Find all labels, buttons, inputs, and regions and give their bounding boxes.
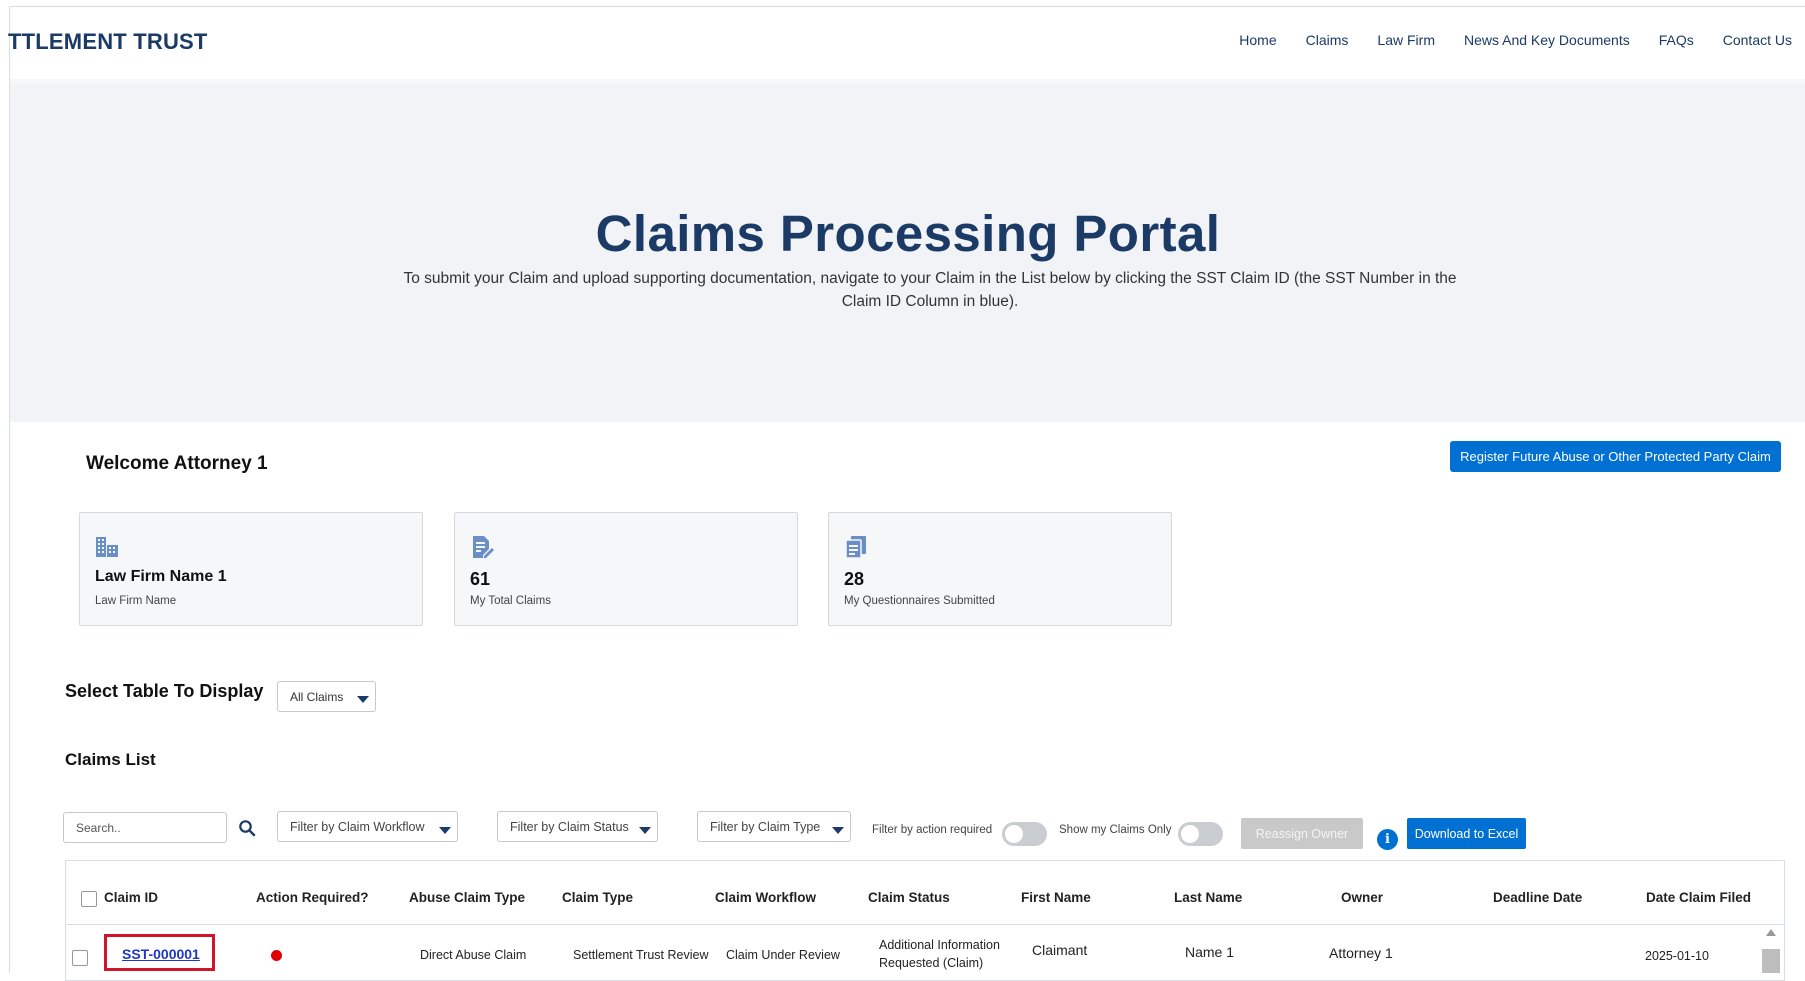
search-icon[interactable] bbox=[238, 819, 256, 837]
page-title: Claims Processing Portal bbox=[595, 205, 1221, 262]
column-header-deadline-date[interactable]: Deadline Date bbox=[1493, 890, 1582, 905]
cell-owner: Attorney 1 bbox=[1329, 945, 1393, 961]
stat-card-law-firm: Law Firm Name 1 Law Firm Name bbox=[79, 512, 423, 626]
filter-claim-status-label: Filter by Claim Status bbox=[510, 820, 629, 834]
cell-date-claim-filed: 2025-01-10 bbox=[1645, 949, 1709, 963]
hero-banner: Claims Processing Portal To submit your … bbox=[10, 84, 1805, 422]
claims-list-heading: Claims List bbox=[65, 750, 156, 769]
cell-abuse-claim-type: Direct Abuse Claim bbox=[420, 948, 527, 962]
building-icon bbox=[96, 537, 118, 557]
scrollbar-thumb[interactable] bbox=[1762, 949, 1780, 973]
questionnaire-icon bbox=[845, 536, 866, 559]
search-input[interactable]: Search.. bbox=[63, 812, 227, 843]
chevron-down-icon bbox=[439, 827, 451, 834]
stat-value: Law Firm Name 1 bbox=[95, 568, 227, 585]
page-frame: TTLEMENT TRUST Home Claims Law Firm News… bbox=[8, 6, 1805, 981]
cell-claim-status-line1: Additional Information bbox=[879, 938, 1000, 952]
filter-action-required-label: Filter by action required bbox=[872, 824, 993, 836]
nav-law-firm[interactable]: Law Firm bbox=[1377, 32, 1435, 48]
nav-contact-us[interactable]: Contact Us bbox=[1723, 32, 1792, 48]
cell-last-name: Name 1 bbox=[1185, 944, 1235, 960]
column-header-owner[interactable]: Owner bbox=[1341, 890, 1383, 905]
select-all-checkbox[interactable] bbox=[81, 891, 97, 907]
top-navigation-bar: TTLEMENT TRUST Home Claims Law Firm News… bbox=[8, 7, 1805, 85]
filter-claim-status-dropdown[interactable]: Filter by Claim Status bbox=[497, 811, 658, 842]
stat-label: My Questionnaires Submitted bbox=[844, 595, 995, 607]
column-header-last-name[interactable]: Last Name bbox=[1174, 890, 1242, 905]
filter-claim-workflow-label: Filter by Claim Workflow bbox=[290, 820, 425, 834]
claim-id-highlight: SST-000001 bbox=[104, 934, 215, 971]
filter-claim-workflow-dropdown[interactable]: Filter by Claim Workflow bbox=[277, 811, 458, 842]
filter-action-required-toggle[interactable] bbox=[1002, 822, 1047, 846]
cell-first-name: Claimant bbox=[1032, 942, 1088, 958]
action-required-indicator bbox=[271, 950, 282, 961]
table-scrollbar[interactable] bbox=[1762, 929, 1780, 977]
welcome-heading: Welcome Attorney 1 bbox=[86, 453, 268, 474]
chevron-down-icon bbox=[832, 827, 844, 834]
filter-claim-type-dropdown[interactable]: Filter by Claim Type bbox=[697, 811, 851, 842]
column-header-claim-status[interactable]: Claim Status bbox=[868, 890, 950, 905]
column-header-claim-id[interactable]: Claim ID bbox=[104, 890, 158, 905]
scroll-up-arrow-icon[interactable] bbox=[1766, 929, 1776, 936]
nav-faqs[interactable]: FAQs bbox=[1659, 32, 1694, 48]
table-select-value: All Claims bbox=[290, 690, 344, 704]
stat-label: My Total Claims bbox=[470, 595, 551, 607]
chevron-down-icon bbox=[639, 827, 651, 834]
nav-claims[interactable]: Claims bbox=[1306, 32, 1349, 48]
stat-value: 61 bbox=[470, 569, 491, 589]
column-header-action-required[interactable]: Action Required? bbox=[256, 890, 369, 905]
row-checkbox[interactable] bbox=[72, 950, 88, 966]
claim-id-link[interactable]: SST-000001 bbox=[122, 946, 200, 962]
show-my-claims-label: Show my Claims Only bbox=[1059, 824, 1172, 836]
claims-edit-icon bbox=[473, 536, 494, 558]
select-table-label: Select Table To Display bbox=[65, 681, 264, 701]
nav-home[interactable]: Home bbox=[1239, 32, 1276, 48]
filter-claim-type-label: Filter by Claim Type bbox=[710, 820, 821, 834]
show-my-claims-toggle[interactable] bbox=[1178, 822, 1223, 846]
stat-card-questionnaires: 28 My Questionnaires Submitted bbox=[828, 512, 1172, 626]
table-header: Claim ID Action Required? Abuse Claim Ty… bbox=[66, 861, 1784, 925]
download-excel-button[interactable]: Download to Excel bbox=[1407, 818, 1526, 849]
cell-claim-type: Settlement Trust Review bbox=[573, 948, 709, 962]
column-header-date-claim-filed[interactable]: Date Claim Filed bbox=[1646, 890, 1751, 905]
register-claim-button[interactable]: Register Future Abuse or Other Protected… bbox=[1450, 441, 1781, 472]
cell-claim-workflow: Claim Under Review bbox=[726, 948, 840, 962]
stat-label: Law Firm Name bbox=[95, 595, 177, 607]
column-header-first-name[interactable]: First Name bbox=[1021, 890, 1091, 905]
brand-logo-text[interactable]: TTLEMENT TRUST bbox=[8, 29, 208, 55]
claims-table: Claim ID Action Required? Abuse Claim Ty… bbox=[65, 860, 1785, 981]
nav-news-key-documents[interactable]: News And Key Documents bbox=[1464, 32, 1630, 48]
chevron-down-icon bbox=[357, 696, 369, 703]
reassign-owner-button[interactable]: Reassign Owner bbox=[1241, 818, 1363, 849]
stat-card-total-claims: 61 My Total Claims bbox=[454, 512, 798, 626]
info-icon[interactable]: i bbox=[1377, 829, 1398, 850]
table-select-dropdown[interactable]: All Claims bbox=[277, 681, 376, 712]
column-header-claim-workflow[interactable]: Claim Workflow bbox=[715, 890, 816, 905]
column-header-abuse-claim-type[interactable]: Abuse Claim Type bbox=[409, 890, 525, 905]
main-nav: Home Claims Law Firm News And Key Docume… bbox=[1210, 32, 1792, 48]
column-header-claim-type[interactable]: Claim Type bbox=[562, 890, 633, 905]
hero-description: To submit your Claim and upload supporti… bbox=[403, 270, 1457, 310]
stat-value: 28 bbox=[844, 569, 865, 589]
cell-claim-status-line2: Requested (Claim) bbox=[879, 956, 984, 970]
